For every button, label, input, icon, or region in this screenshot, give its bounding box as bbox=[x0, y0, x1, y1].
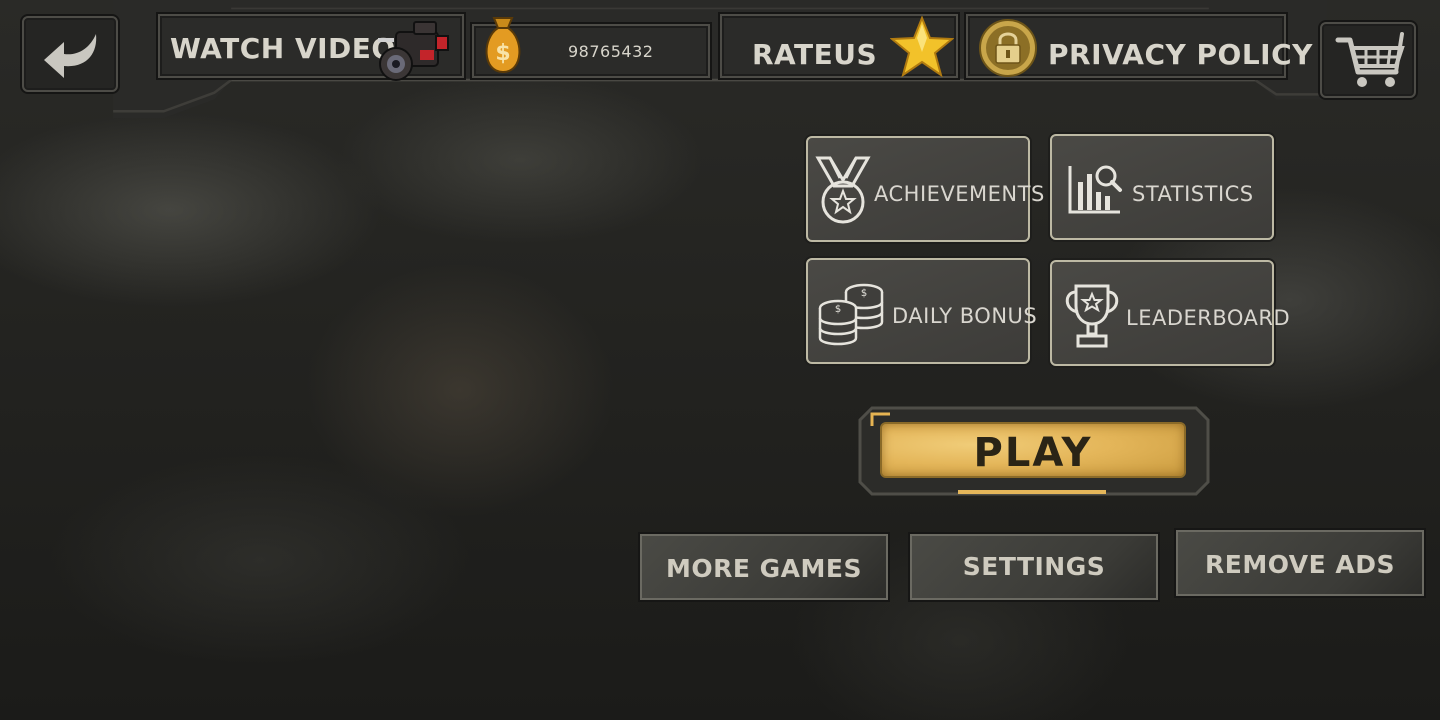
coins-icon: $ $ bbox=[818, 283, 884, 346]
back-arrow-icon bbox=[44, 34, 97, 78]
back-button[interactable] bbox=[22, 16, 118, 92]
shop-cart-button[interactable] bbox=[1320, 22, 1416, 98]
watch-video-label: WATCH VIDEO bbox=[170, 32, 396, 65]
rate-us-label: RATEUS bbox=[752, 38, 878, 71]
lock-icon bbox=[979, 19, 1037, 77]
more-games-button[interactable]: MORE GAMES bbox=[640, 534, 888, 600]
svg-text:$: $ bbox=[835, 304, 841, 315]
star-icon bbox=[890, 16, 954, 78]
video-camera-icon bbox=[378, 21, 449, 81]
watch-video-button[interactable]: WATCH VIDEO bbox=[158, 14, 464, 81]
statistics-label: STATISTICS bbox=[1132, 182, 1254, 206]
coins-panel: $ 98765432 bbox=[472, 17, 710, 78]
medal-icon bbox=[815, 156, 871, 224]
daily-bonus-button[interactable]: $ $ DAILY BONUS bbox=[806, 258, 1037, 364]
privacy-policy-button[interactable]: PRIVACY POLICY bbox=[966, 14, 1312, 78]
settings-label: SETTINGS bbox=[962, 552, 1106, 581]
privacy-policy-label: PRIVACY POLICY bbox=[1048, 38, 1313, 71]
cart-icon bbox=[1335, 32, 1405, 87]
achievements-button[interactable]: ACHIEVEMENTS bbox=[806, 136, 1044, 242]
remove-ads-label: REMOVE ADS bbox=[1204, 550, 1396, 579]
rate-us-button[interactable]: RATEUS bbox=[720, 14, 958, 78]
remove-ads-button[interactable]: REMOVE ADS bbox=[1176, 530, 1424, 596]
trophy-icon bbox=[1065, 284, 1119, 348]
more-games-label: MORE GAMES bbox=[666, 554, 862, 583]
svg-text:$: $ bbox=[495, 41, 510, 66]
play-button[interactable]: PLAY bbox=[880, 422, 1186, 478]
daily-bonus-label: DAILY BONUS bbox=[892, 304, 1038, 328]
money-bag-icon: $ bbox=[485, 17, 521, 74]
leaderboard-button[interactable]: LEADERBOARD bbox=[1050, 260, 1290, 366]
coins-value: 98765432 bbox=[568, 42, 654, 61]
chart-search-icon bbox=[1068, 165, 1122, 214]
statistics-button[interactable]: STATISTICS bbox=[1050, 134, 1274, 240]
leaderboard-label: LEADERBOARD bbox=[1126, 306, 1291, 330]
play-label: PLAY bbox=[973, 430, 1093, 476]
svg-text:$: $ bbox=[861, 288, 867, 299]
settings-button[interactable]: SETTINGS bbox=[910, 534, 1158, 600]
achievements-label: ACHIEVEMENTS bbox=[874, 182, 1045, 206]
